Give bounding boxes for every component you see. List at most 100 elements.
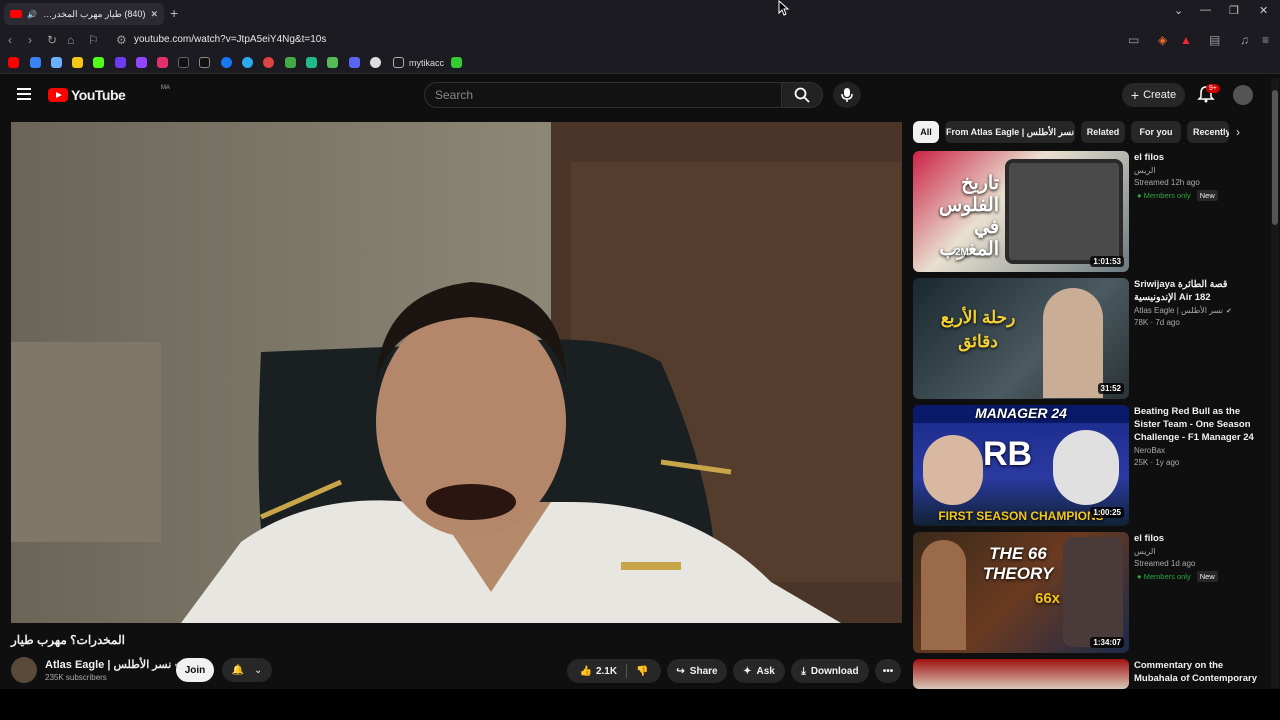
recommendation-title[interactable]: Sriwijaya قصة الطائرة الإندونيسية Air 18…: [1134, 278, 1264, 304]
channel-avatar[interactable]: [11, 657, 37, 683]
sidebar-toggle-icon[interactable]: ▤: [1209, 33, 1220, 47]
search-input[interactable]: Search: [424, 82, 782, 108]
menu-icon[interactable]: ≡: [1262, 33, 1269, 47]
url-field[interactable]: youtube.com/watch?v=JtpA5eiY4Ng&t=10s: [134, 34, 326, 45]
recommendation-item[interactable]: THE 66 THEORY 66x 1:34:07 el filos الريس…: [913, 532, 1268, 653]
tab-close-icon[interactable]: ✕: [150, 9, 158, 20]
recommendation-channel[interactable]: NeroBax: [1134, 446, 1264, 455]
recommendation-title[interactable]: Beating Red Bull as the Sister Team - On…: [1134, 405, 1264, 444]
bookmark-facebook-icon[interactable]: [221, 57, 232, 68]
chip-for-you[interactable]: For you: [1131, 121, 1181, 143]
recommendation-channel[interactable]: الريس: [1134, 547, 1264, 556]
bookmark-instagram-icon[interactable]: [157, 57, 168, 68]
video-thumbnail[interactable]: [913, 659, 1129, 689]
recommendation-title[interactable]: Commentary on the Mubahala of Contempora…: [1134, 659, 1264, 685]
bookmark-x-icon[interactable]: [199, 57, 210, 68]
hamburger-menu-icon[interactable]: [17, 88, 31, 100]
video-thumbnail[interactable]: MANAGER 24 RB FIRST SEASON CHAMPIONS 1:0…: [913, 405, 1129, 526]
video-thumbnail[interactable]: رحلة الأربع دقائق 31:52: [913, 278, 1129, 399]
browser-tab[interactable]: 🔊 (840) طيار مهرب المخدرات؟ - ... ✕: [4, 3, 164, 25]
chip-from-channel[interactable]: From Atlas Eagle | نسر الأطلس: [945, 121, 1075, 143]
speaker-icon[interactable]: 🔊: [27, 10, 37, 19]
bookmark-tiktok-icon[interactable]: [178, 57, 189, 68]
bookmark-twitch-icon[interactable]: [136, 57, 147, 68]
like-button[interactable]: 👍 2.1K: [579, 666, 617, 677]
subscription-bell-button[interactable]: 🔔 ⌄: [222, 658, 272, 682]
bookmark-icon[interactable]: [30, 57, 41, 68]
maximize-icon[interactable]: ❐: [1229, 4, 1239, 17]
download-button[interactable]: ⤓ Download: [791, 659, 869, 683]
thumbs-up-icon: 👍: [579, 665, 592, 677]
bookmark-icon[interactable]: ⚐: [88, 33, 99, 47]
close-window-icon[interactable]: ✕: [1259, 4, 1268, 17]
thumbnail-subtext: 2M: [955, 247, 969, 258]
chip-recently-uploaded[interactable]: Recently uploaded: [1187, 121, 1229, 143]
recommendation-item[interactable]: رحلة الأربع دقائق 31:52 Sriwijaya قصة ال…: [913, 278, 1268, 399]
recommendation-title[interactable]: el filos: [1134, 532, 1264, 545]
recommendation-channel[interactable]: Atlas Eagle | نسر الأطلس ✔: [1134, 306, 1264, 315]
like-dislike-group: 👍 2.1K 👎: [567, 659, 661, 683]
bookmark-icon[interactable]: [327, 57, 338, 68]
site-info-icon[interactable]: ⚙: [116, 33, 127, 47]
media-icon[interactable]: ♫: [1240, 33, 1249, 47]
more-actions-button[interactable]: •••: [875, 659, 901, 683]
video-player[interactable]: [11, 122, 902, 623]
recommendation-title[interactable]: el filos: [1134, 151, 1264, 164]
bookmark-icon[interactable]: [263, 57, 274, 68]
recommendation-item[interactable]: Commentary on the Mubahala of Contempora…: [913, 659, 1268, 689]
bookmark-kick-icon[interactable]: [93, 57, 104, 68]
bookmark-youtube-icon[interactable]: [8, 57, 19, 68]
bookmark-folder-label[interactable]: mytikacc: [409, 58, 444, 68]
voice-search-button[interactable]: [833, 82, 861, 108]
recommendation-item[interactable]: تاريخ الفلوس في المغرب 2M 1:01:53 el fil…: [913, 151, 1268, 272]
bookmark-discord-icon[interactable]: [349, 57, 360, 68]
cast-icon[interactable]: ▭: [1128, 33, 1139, 47]
recommendation-channel[interactable]: الريس: [1134, 166, 1264, 175]
bookmark-icon[interactable]: [370, 57, 381, 68]
thumbnail-text: رحلة الأربع دقائق: [940, 308, 1016, 351]
chevron-right-icon[interactable]: ›: [1236, 125, 1240, 139]
dislike-button[interactable]: 👎: [636, 666, 648, 677]
notification-count-badge: 9+: [1206, 84, 1220, 93]
bookmark-telegram-icon[interactable]: [242, 57, 253, 68]
create-button[interactable]: + Create: [1122, 83, 1185, 107]
bookmark-icon[interactable]: [306, 57, 317, 68]
join-button[interactable]: Join: [176, 658, 214, 682]
bell-icon: 🔔: [231, 664, 245, 676]
recommendation-meta: Streamed 12h ago: [1134, 178, 1200, 187]
bookmarks-bar: mytikacc: [0, 52, 1280, 74]
minimize-icon[interactable]: —: [1200, 4, 1211, 16]
bookmark-icon[interactable]: [115, 57, 126, 68]
bookmark-imdb-icon[interactable]: [72, 57, 83, 68]
home-icon[interactable]: ⌂: [67, 33, 74, 47]
recommendation-meta: 25K · 1y ago: [1134, 458, 1180, 467]
youtube-logo[interactable]: YouTube MA: [48, 85, 170, 103]
folder-icon[interactable]: [393, 57, 404, 68]
back-icon[interactable]: ‹: [8, 33, 12, 47]
reload-icon[interactable]: ↻: [47, 33, 57, 47]
recommendation-meta: Streamed 1d ago: [1134, 559, 1196, 568]
video-thumbnail[interactable]: THE 66 THEORY 66x 1:34:07: [913, 532, 1129, 653]
person-figure: [1043, 288, 1103, 398]
share-button[interactable]: ↪ Share: [667, 659, 727, 683]
address-bar: ‹ › ↻ ⌂ ⚐ ⚙ youtube.com/watch?v=JtpA5eiY…: [0, 28, 1280, 52]
chip-related[interactable]: Related: [1081, 121, 1125, 143]
search-icon: [794, 87, 810, 103]
forward-icon[interactable]: ›: [28, 33, 32, 47]
chip-all[interactable]: All: [913, 121, 939, 143]
bookmark-icon[interactable]: [285, 57, 296, 68]
video-thumbnail[interactable]: تاريخ الفلوس في المغرب 2M 1:01:53: [913, 151, 1129, 272]
recommendation-item[interactable]: MANAGER 24 RB FIRST SEASON CHAMPIONS 1:0…: [913, 405, 1268, 526]
channel-name[interactable]: Atlas Eagle | نسر الأطلس ✔: [45, 658, 181, 671]
account-avatar[interactable]: [1233, 85, 1253, 105]
new-tab-icon[interactable]: +: [170, 5, 178, 21]
brave-shield-icon[interactable]: ◈: [1158, 33, 1167, 47]
bookmark-icon[interactable]: [51, 57, 62, 68]
ask-button[interactable]: ✦ Ask: [733, 659, 785, 683]
bookmark-icon[interactable]: [451, 57, 462, 68]
scrollbar-thumb[interactable]: [1272, 90, 1278, 225]
new-badge: New: [1196, 190, 1218, 201]
tab-list-icon[interactable]: ⌄: [1174, 4, 1183, 17]
rewards-icon[interactable]: ▲: [1180, 33, 1192, 47]
search-button[interactable]: [781, 82, 823, 108]
